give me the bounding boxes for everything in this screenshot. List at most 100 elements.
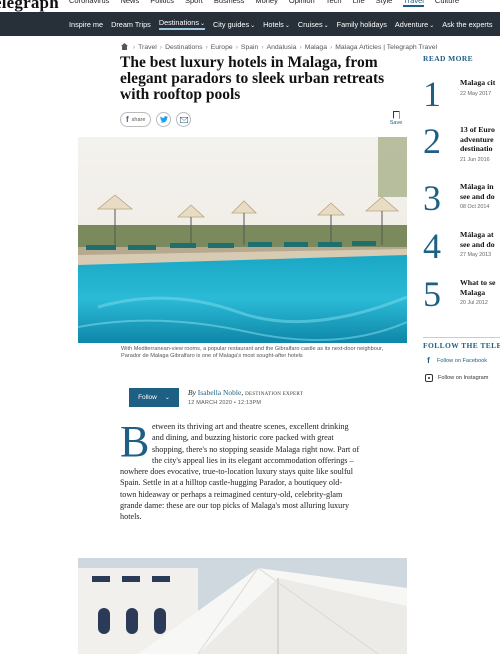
instagram-icon (425, 374, 433, 382)
top-nav-business[interactable]: Business (214, 0, 244, 7)
body-line: Spain. Settle in at a hilltop castle-hug… (120, 478, 343, 488)
section-nav-adventure[interactable]: Adventure⌄ (395, 20, 434, 29)
body-line: and dining, and buzzing historic core pa… (152, 433, 334, 443)
twitter-icon (159, 116, 168, 123)
instagram-follow-link[interactable]: Follow on Instagram (425, 374, 488, 382)
home-icon[interactable] (121, 43, 128, 50)
hero-image (78, 137, 407, 343)
read-more-title-line: Malaga (460, 287, 486, 297)
article-date: 12 MARCH 2020 • 12:13PM (188, 400, 262, 406)
article-body: etween its thriving art and theatre scen… (120, 421, 408, 523)
section-nav-dream-trips[interactable]: Dream Trips (111, 20, 151, 29)
body-line: nowhere does evocative, true-to-location… (120, 467, 354, 477)
top-nav-money[interactable]: Money (255, 0, 278, 7)
breadcrumb-link[interactable]: Spain (241, 44, 258, 51)
chevron-down-icon: ⌄ (429, 22, 435, 29)
top-nav-opinion[interactable]: Opinion (289, 0, 315, 7)
chevron-down-icon: ⌄ (284, 22, 290, 29)
read-more-date: 21 Jun 2016 (460, 156, 490, 163)
chevron-down-icon: ⌄ (250, 22, 256, 29)
top-nav-sport[interactable]: Sport (185, 0, 203, 7)
breadcrumb: › Travel › Destinations › Europe › Spain › Andalu… (121, 43, 437, 51)
read-more-title-line: Málaga at (460, 230, 494, 239)
read-more-title-line: 13 of Euro (460, 125, 495, 134)
article-image-2 (78, 558, 407, 654)
follow-telegraph-heading: FOLLOW THE TELEGRAPH (423, 337, 500, 350)
rank-number: 4 (423, 226, 441, 266)
telegraph-logo[interactable]: elegraph (0, 0, 59, 12)
body-line: town hideaway or perhaps a reimagined ce… (120, 489, 343, 499)
top-nav-style[interactable]: Style (376, 0, 393, 7)
email-icon (179, 116, 188, 123)
top-nav-travel[interactable]: Travel (403, 0, 424, 7)
read-more-title-line: adventure (460, 134, 494, 144)
read-more-title-line: see and do (460, 239, 495, 249)
breadcrumb-link[interactable]: Andalusia (267, 44, 297, 51)
section-nav-hotels[interactable]: Hotels⌄ (263, 20, 290, 29)
breadcrumb-link[interactable]: Malaga (305, 44, 327, 51)
section-nav-inspire-me[interactable]: Inspire me (69, 20, 103, 29)
chevron-down-icon: ⌄ (199, 21, 205, 27)
top-nav-life[interactable]: Life (353, 0, 365, 7)
top-bar: elegraph Coronavirus News Politics Sport Bus… (0, 0, 500, 12)
read-more-date: 22 May 2017 (460, 90, 492, 97)
chevron-right-icon: › (159, 44, 163, 51)
bookmark-icon (392, 111, 400, 119)
chevron-right-icon: › (261, 44, 264, 51)
facebook-icon: f (427, 356, 430, 365)
read-more-title: Málaga at see and do (460, 230, 500, 249)
read-more-title-line: destinatio (460, 144, 493, 153)
section-nav: Inspire me Dream Trips Destinations⌄ City g… (0, 12, 500, 36)
chevron-right-icon: › (235, 44, 238, 51)
breadcrumb-link[interactable]: Destinations (165, 44, 202, 51)
top-nav-coronavirus[interactable]: Coronavirus (69, 0, 109, 7)
author-role: DESTINATION EXPERT (245, 392, 304, 397)
share-bar: f share (120, 112, 192, 127)
chevron-right-icon: › (330, 44, 333, 51)
facebook-icon: f (126, 115, 129, 124)
read-more-title-line: see and do (460, 191, 495, 201)
top-nav-culture[interactable]: Culture (435, 0, 459, 7)
read-more-date: 08 Oct 2014 (460, 204, 490, 210)
top-nav-news[interactable]: News (120, 0, 139, 7)
body-line: shopping, there's no stopping seaside Ma… (152, 444, 360, 454)
facebook-share-button[interactable]: f share (120, 112, 152, 127)
read-more-title-line: Málaga in (460, 182, 494, 191)
rank-number: 2 (423, 121, 441, 161)
breadcrumb-link[interactable]: Europe (211, 44, 233, 51)
email-share-button[interactable] (176, 112, 192, 127)
hero-caption: With Mediterranean-view rooms, a popular… (121, 346, 384, 359)
chevron-down-icon: ⌄ (164, 395, 170, 401)
read-more-title: Malaga cit (460, 78, 500, 88)
top-nav: Coronavirus News Politics Sport Business Mone… (69, 0, 459, 7)
author-name[interactable]: Isabella Noble (198, 388, 242, 397)
section-nav-ask-the-experts[interactable]: Ask the experts (442, 20, 492, 29)
read-more-date: 27 May 2013 (460, 252, 492, 258)
breadcrumb-link[interactable]: Malaga Articles | Telegraph Travel (335, 44, 437, 51)
byline: By Isabella Noble, DESTINATION EXPERT (188, 388, 304, 397)
chevron-right-icon: › (132, 44, 136, 51)
read-more-date: 20 Jul 2012 (460, 300, 488, 306)
body-line: the city's appeal lies in its elegant ac… (152, 455, 354, 465)
section-nav-cruises[interactable]: Cruises⌄ (298, 20, 329, 29)
read-more-title: 13 of Euro adventure destinatio (460, 125, 500, 154)
twitter-share-button[interactable] (156, 112, 172, 127)
section-nav-city-guides[interactable]: City guides⌄ (213, 20, 255, 29)
body-line: etween its thriving art and theatre scen… (152, 422, 349, 431)
rank-number: 1 (423, 74, 441, 114)
follow-author-button[interactable]: Follow ⌄ (129, 388, 179, 407)
chevron-down-icon: ⌄ (323, 22, 329, 29)
top-nav-tech[interactable]: Tech (326, 0, 342, 7)
rank-number: 3 (423, 178, 441, 218)
top-nav-politics[interactable]: Politics (150, 0, 174, 7)
breadcrumb-link[interactable]: Travel (138, 44, 157, 51)
facebook-follow-link[interactable]: f Follow on Facebook (425, 356, 487, 365)
body-line: grande dame: these are our top picks of … (120, 501, 350, 511)
read-more-title-line: What to se (460, 278, 496, 287)
read-more-title: What to se Malaga (460, 278, 500, 297)
chevron-right-icon: › (299, 44, 302, 51)
save-button[interactable]: Save (388, 111, 404, 126)
section-nav-family-holidays[interactable]: Family holidays (337, 20, 387, 29)
section-nav-destinations[interactable]: Destinations⌄ (158, 18, 205, 30)
chevron-right-icon: › (205, 44, 208, 51)
